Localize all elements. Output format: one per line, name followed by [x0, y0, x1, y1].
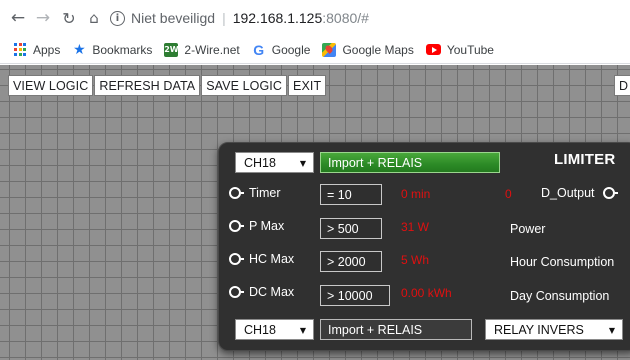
output-label: D_Output — [541, 186, 595, 200]
maps-icon — [322, 42, 337, 57]
connector-tick — [241, 225, 244, 227]
bookmark-label: Apps — [33, 42, 61, 57]
top-channel-select[interactable]: CH18 ▼ — [235, 152, 314, 173]
bookmark-google[interactable]: G Google — [252, 40, 311, 60]
bookmark-youtube[interactable]: YouTube — [425, 40, 494, 60]
select-value: RELAY INVERS — [494, 322, 584, 337]
bookmarks-bar: Apps ★ Bookmarks 2W 2-Wire.net G Google … — [0, 36, 630, 64]
hcmax-input-connector-icon[interactable] — [229, 253, 241, 265]
hcmax-setting[interactable]: > 2000 — [320, 251, 382, 272]
output-connector-icon[interactable] — [603, 187, 615, 199]
connector-tick — [241, 192, 244, 194]
hcmax-label: HC Max — [249, 252, 295, 266]
menu-bar: VIEW LOGIC REFRESH DATA SAVE LOGIC EXIT — [8, 75, 327, 96]
browser-toolbar: ← → ↻ ⌂ i Niet beveiligd | 192.168.1.125… — [0, 0, 630, 36]
dropdown-arrow-icon: ▼ — [299, 159, 306, 168]
url-host: 192.168.1.125 — [232, 10, 323, 26]
pmax-setting[interactable]: > 500 — [320, 218, 382, 239]
exit-button[interactable]: EXIT — [288, 75, 327, 96]
url-path: :8080/# — [322, 10, 369, 26]
block-title: LIMITER — [554, 151, 616, 168]
hcmax-reading: 5 Wh — [401, 253, 430, 267]
reload-icon[interactable]: ↻ — [59, 8, 79, 28]
back-arrow-icon[interactable]: ← — [8, 8, 28, 28]
timer-label: Timer — [249, 186, 281, 200]
relay-mode-select[interactable]: RELAY INVERS ▼ — [485, 319, 623, 340]
dcmax-reading: 0.00 kWh — [401, 286, 452, 300]
info-icon[interactable]: i — [110, 10, 125, 26]
dcmax-input-connector-icon[interactable] — [229, 286, 241, 298]
dropdown-arrow-icon: ▼ — [299, 326, 306, 335]
connector-tick — [241, 291, 244, 293]
logic-editor-canvas[interactable]: VIEW LOGIC REFRESH DATA SAVE LOGIC EXIT … — [0, 65, 630, 360]
connector-tick — [241, 258, 244, 260]
select-value: CH18 — [244, 155, 276, 170]
bookmark-bookmarks[interactable]: ★ Bookmarks — [72, 40, 152, 60]
save-logic-button[interactable]: SAVE LOGIC — [201, 75, 288, 96]
bottom-name-field[interactable]: Import + RELAIS — [320, 319, 472, 340]
bookmark-label: Google Maps — [342, 42, 414, 57]
connector-tick — [615, 192, 618, 194]
bookmark-label: YouTube — [446, 42, 494, 57]
dropdown-arrow-icon: ▼ — [608, 326, 615, 335]
wire-icon: 2W — [164, 42, 179, 57]
dcmax-label: DC Max — [249, 285, 295, 299]
bookmark-apps[interactable]: Apps — [14, 40, 60, 60]
pmax-input-connector-icon[interactable] — [229, 220, 241, 232]
star-icon: ★ — [73, 41, 86, 58]
select-value: CH18 — [244, 322, 276, 337]
dcmax-right-label: Day Consumption — [510, 289, 610, 303]
output-value: 0 — [505, 187, 512, 201]
refresh-data-button[interactable]: REFRESH DATA — [94, 75, 201, 96]
timer-input-connector-icon[interactable] — [229, 187, 241, 199]
pmax-right-label: Power — [510, 222, 546, 236]
top-name-field[interactable]: Import + RELAIS — [320, 152, 500, 173]
forward-arrow-icon[interactable]: → — [33, 8, 53, 28]
google-icon: G — [253, 41, 265, 58]
bookmark-2wire[interactable]: 2W 2-Wire.net — [164, 40, 240, 60]
pmax-reading: 31 W — [401, 220, 430, 234]
hcmax-right-label: Hour Consumption — [510, 255, 615, 269]
apps-grid-icon — [14, 43, 27, 56]
bookmark-label: Google — [271, 42, 311, 57]
limiter-block[interactable]: CH18 ▼ Import + RELAIS LIMITER Timer = 1… — [218, 142, 630, 351]
dcmax-setting[interactable]: > 10000 — [320, 285, 390, 306]
address-bar[interactable]: i Niet beveiligd | 192.168.1.125 :8080/# — [110, 6, 369, 30]
home-icon[interactable]: ⌂ — [84, 8, 104, 28]
timer-setting[interactable]: = 10 — [320, 184, 382, 205]
timer-reading: 0 min — [401, 187, 431, 201]
bottom-channel-select[interactable]: CH18 ▼ — [235, 319, 314, 340]
view-logic-button[interactable]: VIEW LOGIC — [8, 75, 94, 96]
youtube-icon — [425, 44, 441, 55]
pmax-label: P Max — [249, 219, 285, 233]
url-separator: | — [222, 10, 226, 26]
bookmark-google-maps[interactable]: Google Maps — [322, 40, 414, 60]
truncated-menu-button[interactable]: D — [614, 75, 630, 96]
bookmark-label: 2-Wire.net — [184, 42, 240, 57]
security-label: Niet beveiligd — [131, 10, 216, 26]
bookmark-label: Bookmarks — [92, 42, 153, 57]
